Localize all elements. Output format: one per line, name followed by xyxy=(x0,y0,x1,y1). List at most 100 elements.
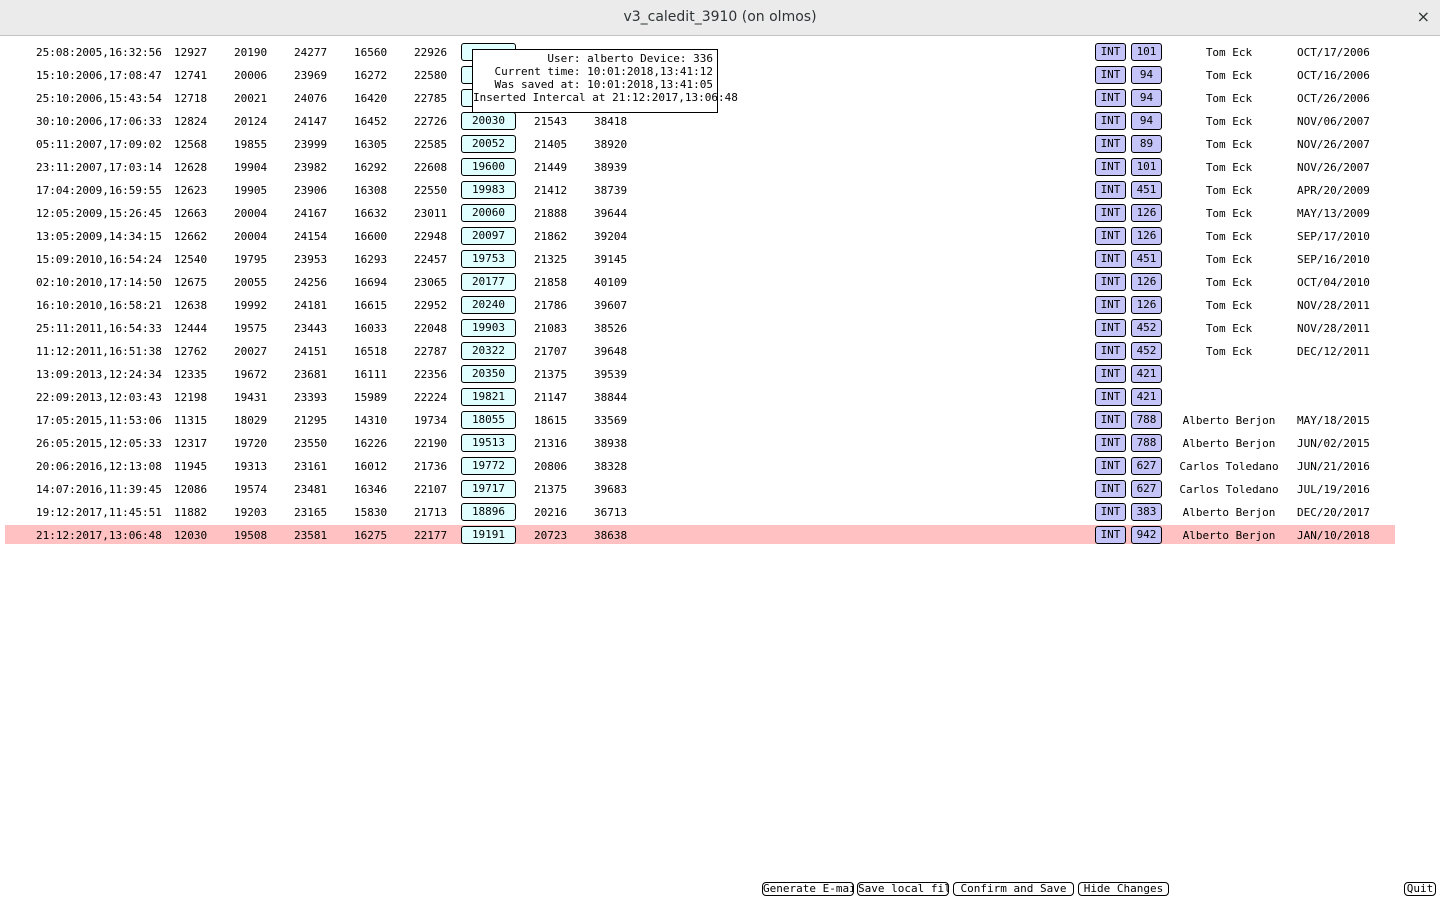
editable-value-box[interactable]: 19717 xyxy=(461,480,516,498)
editable-value-box[interactable]: 20177 xyxy=(461,273,516,291)
table-row[interactable]: 13:05:2009,14:34:15 12662 20004 24154 16600 2… xyxy=(0,226,1440,249)
table-row[interactable]: 17:05:2015,11:53:06 11315 18029 21295 14310 1… xyxy=(0,410,1440,433)
editable-value-box[interactable]: 19821 xyxy=(461,388,516,406)
editable-value-box[interactable]: 19753 xyxy=(461,250,516,268)
int-tag-button[interactable]: INT xyxy=(1095,342,1126,360)
editable-value-box[interactable]: 19600 xyxy=(461,158,516,176)
device-button[interactable]: 452 xyxy=(1131,342,1162,360)
table-row[interactable]: 22:09:2013,12:03:43 12198 19431 23393 15989 2… xyxy=(0,387,1440,410)
int-tag-button[interactable]: INT xyxy=(1095,457,1126,475)
confirm-and-save-button[interactable]: Confirm and Save xyxy=(953,882,1074,896)
int-tag-button[interactable]: INT xyxy=(1095,388,1126,406)
device-button[interactable]: 452 xyxy=(1131,319,1162,337)
int-tag-button[interactable]: INT xyxy=(1095,434,1126,452)
editable-value-box[interactable]: 20097 xyxy=(461,227,516,245)
device-button[interactable]: 788 xyxy=(1131,434,1162,452)
int-tag-button[interactable]: INT xyxy=(1095,89,1126,107)
device-button[interactable]: 627 xyxy=(1131,480,1162,498)
device-button[interactable]: 421 xyxy=(1131,365,1162,383)
int-tag-button[interactable]: INT xyxy=(1095,250,1126,268)
int-tag-button[interactable]: INT xyxy=(1095,158,1126,176)
editable-value-box[interactable]: 18896 xyxy=(461,503,516,521)
int-tag-button[interactable]: INT xyxy=(1095,411,1126,429)
table-row[interactable]: 15:10:2006,17:08:47 12741 20006 23969 16272 2… xyxy=(0,65,1440,88)
editable-value-box[interactable]: 19513 xyxy=(461,434,516,452)
int-tag-button[interactable]: INT xyxy=(1095,365,1126,383)
date-cell: MAY/13/2009 xyxy=(1297,207,1370,220)
editable-value-box[interactable]: 20322 xyxy=(461,342,516,360)
device-button[interactable]: 94 xyxy=(1131,89,1162,107)
int-tag-button[interactable]: INT xyxy=(1095,319,1126,337)
editable-value-box[interactable]: 19772 xyxy=(461,457,516,475)
value-cell: 19203 xyxy=(234,506,268,519)
device-button[interactable]: 101 xyxy=(1131,43,1162,61)
editable-value-box[interactable]: 19191 xyxy=(461,526,516,544)
value-cell: 16305 xyxy=(354,138,388,151)
table-row[interactable]: 26:05:2015,12:05:33 12317 19720 23550 16226 2… xyxy=(0,433,1440,456)
device-button[interactable]: 126 xyxy=(1131,296,1162,314)
device-button[interactable]: 788 xyxy=(1131,411,1162,429)
int-tag-button[interactable]: INT xyxy=(1095,66,1126,84)
table-row[interactable]: 19:12:2017,11:45:51 11882 19203 23165 15830 2… xyxy=(0,502,1440,525)
device-button[interactable]: 627 xyxy=(1131,457,1162,475)
device-button[interactable]: 451 xyxy=(1131,250,1162,268)
editable-value-box[interactable]: 20052 xyxy=(461,135,516,153)
table-row[interactable]: 30:10:2006,17:06:33 12824 20124 24147 16452 2… xyxy=(0,111,1440,134)
table-row[interactable]: 11:12:2011,16:51:38 12762 20027 24151 16518 2… xyxy=(0,341,1440,364)
int-tag-button[interactable]: INT xyxy=(1095,273,1126,291)
value-cell: 16420 xyxy=(354,92,388,105)
device-button[interactable]: 126 xyxy=(1131,227,1162,245)
int-tag-button[interactable]: INT xyxy=(1095,503,1126,521)
table-row[interactable]: 02:10:2010,17:14:50 12675 20055 24256 16694 2… xyxy=(0,272,1440,295)
table-row[interactable]: 25:08:2005,16:32:56 12927 20190 24277 16560 2… xyxy=(0,42,1440,65)
table-row[interactable]: 15:09:2010,16:54:24 12540 19795 23953 16293 2… xyxy=(0,249,1440,272)
device-button[interactable]: 101 xyxy=(1131,158,1162,176)
device-button[interactable]: 421 xyxy=(1131,388,1162,406)
device-button[interactable]: 126 xyxy=(1131,273,1162,291)
hide-changes-button[interactable]: Hide Changes xyxy=(1078,882,1169,896)
int-tag-button[interactable]: INT xyxy=(1095,296,1126,314)
editable-value-box[interactable]: 20350 xyxy=(461,365,516,383)
editable-value-box[interactable]: 20060 xyxy=(461,204,516,222)
quit-button[interactable]: Quit xyxy=(1404,882,1436,896)
int-tag-button[interactable]: INT xyxy=(1095,181,1126,199)
editable-value-box[interactable]: 18055 xyxy=(461,411,516,429)
save-local-file-button[interactable]: Save local file xyxy=(857,882,949,896)
value-cell: 19508 xyxy=(234,529,268,542)
editable-value-box[interactable]: 20240 xyxy=(461,296,516,314)
table-row-selected[interactable]: 21:12:2017,13:06:48 12030 19508 23581 16275 2… xyxy=(0,525,1440,548)
table-row[interactable]: 16:10:2010,16:58:21 12638 19992 24181 16615 2… xyxy=(0,295,1440,318)
int-tag-button[interactable]: INT xyxy=(1095,227,1126,245)
value-cell: 20806 xyxy=(534,460,568,473)
table-row[interactable]: 23:11:2007,17:03:14 12628 19904 23982 16292 2… xyxy=(0,157,1440,180)
int-tag-button[interactable]: INT xyxy=(1095,112,1126,130)
table-row[interactable]: 17:04:2009,16:59:55 12623 19905 23906 16308 2… xyxy=(0,180,1440,203)
int-tag-button[interactable]: INT xyxy=(1095,480,1126,498)
value-cell: 33569 xyxy=(594,414,628,427)
editable-value-box[interactable]: 19983 xyxy=(461,181,516,199)
device-button[interactable]: 126 xyxy=(1131,204,1162,222)
value-cell: 19992 xyxy=(234,299,268,312)
table-row[interactable]: 20:06:2016,12:13:08 11945 19313 23161 16012 2… xyxy=(0,456,1440,479)
editable-value-box[interactable]: 20030 xyxy=(461,112,516,130)
device-button[interactable]: 451 xyxy=(1131,181,1162,199)
close-icon[interactable]: × xyxy=(1417,7,1430,26)
device-button[interactable]: 94 xyxy=(1131,66,1162,84)
table-row[interactable]: 12:05:2009,15:26:45 12663 20004 24167 16632 2… xyxy=(0,203,1440,226)
table-row[interactable]: 05:11:2007,17:09:02 12568 19855 23999 16305 2… xyxy=(0,134,1440,157)
editable-value-box[interactable]: 19903 xyxy=(461,319,516,337)
int-tag-button[interactable]: INT xyxy=(1095,43,1126,61)
device-button[interactable]: 383 xyxy=(1131,503,1162,521)
device-button[interactable]: 942 xyxy=(1131,526,1162,544)
value-cell: 19431 xyxy=(234,391,268,404)
int-tag-button[interactable]: INT xyxy=(1095,135,1126,153)
table-row[interactable]: 13:09:2013,12:24:34 12335 19672 23681 16111 2… xyxy=(0,364,1440,387)
device-button[interactable]: 94 xyxy=(1131,112,1162,130)
int-tag-button[interactable]: INT xyxy=(1095,204,1126,222)
int-tag-button[interactable]: INT xyxy=(1095,526,1126,544)
table-row[interactable]: 25:11:2011,16:54:33 12444 19575 23443 16033 2… xyxy=(0,318,1440,341)
value-cell: 12675 xyxy=(174,276,208,289)
table-row[interactable]: 14:07:2016,11:39:45 12086 19574 23481 16346 2… xyxy=(0,479,1440,502)
device-button[interactable]: 89 xyxy=(1131,135,1162,153)
generate-email-button[interactable]: Generate E-mail xyxy=(762,882,854,896)
